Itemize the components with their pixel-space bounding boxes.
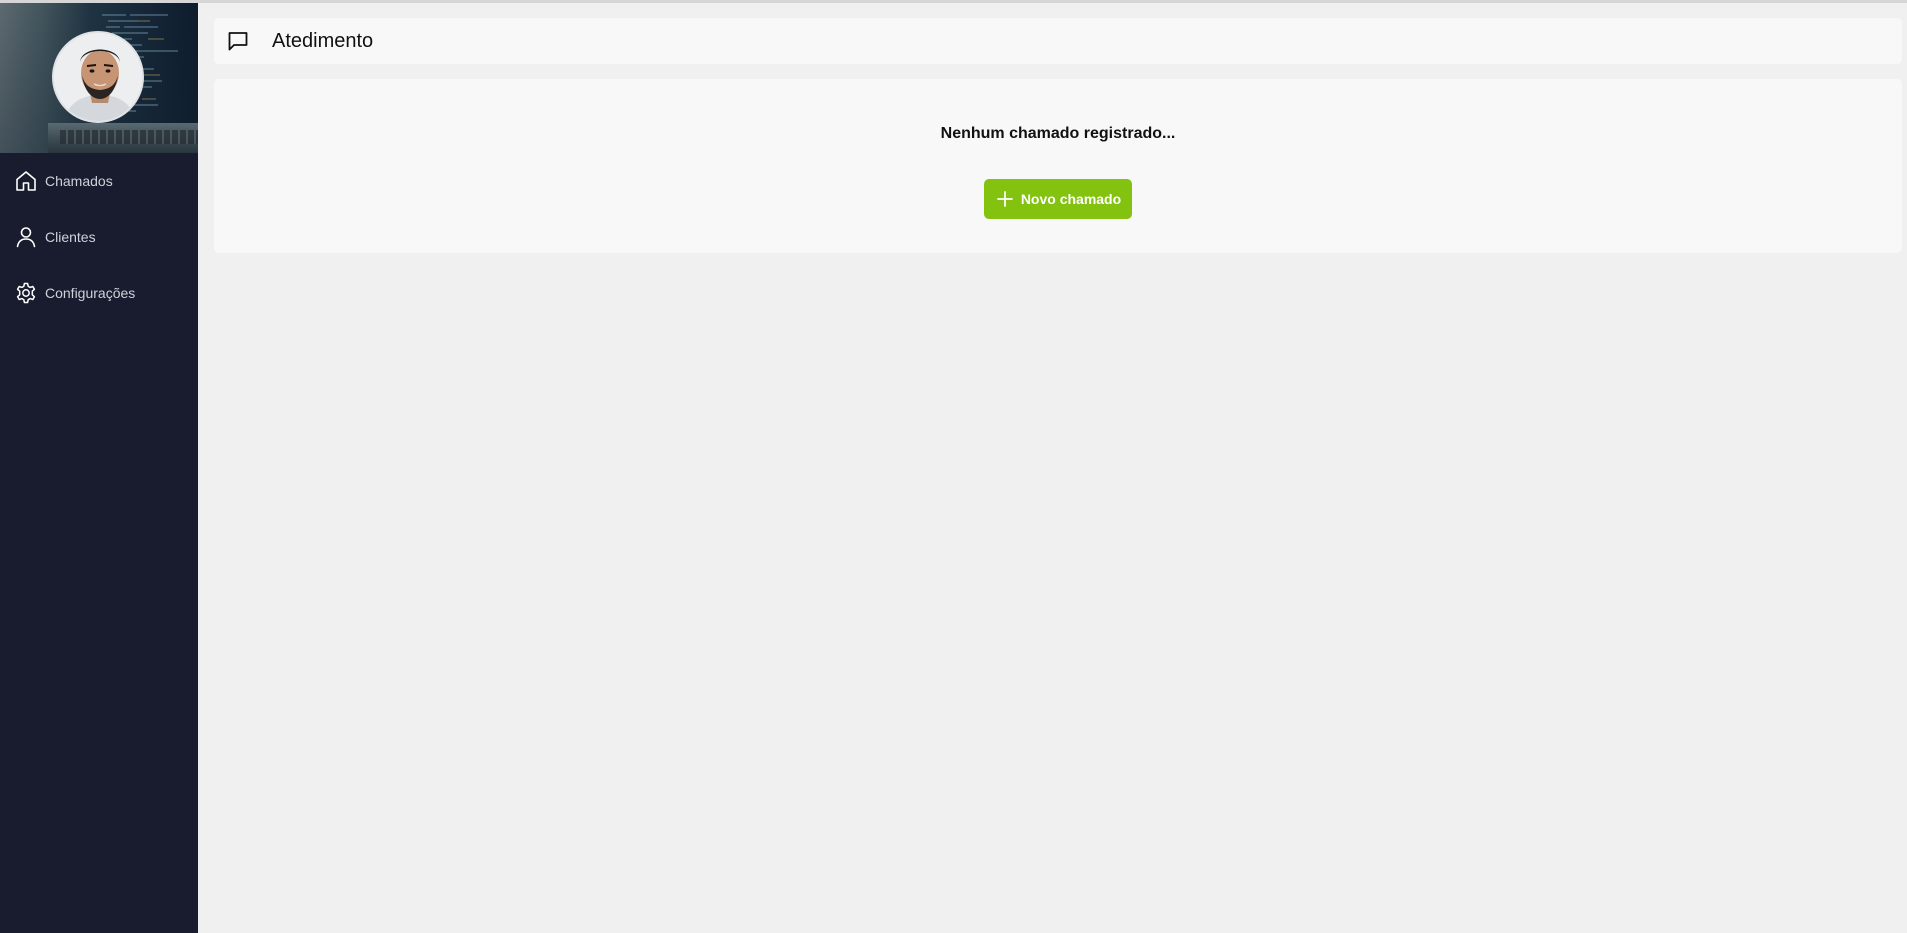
sidebar: Chamados Clientes Configurações [0, 3, 198, 933]
new-ticket-button[interactable]: Novo chamado [984, 179, 1132, 219]
settings-icon [16, 282, 36, 304]
sidebar-item-configuracoes[interactable]: Configurações [0, 279, 198, 307]
message-square-icon [228, 32, 248, 51]
sidebar-item-clientes[interactable]: Clientes [0, 223, 198, 251]
user-icon [16, 227, 36, 248]
laptop-keyboard [60, 130, 198, 144]
home-icon [16, 171, 36, 191]
sidebar-item-label: Configurações [45, 285, 136, 301]
avatar[interactable] [52, 31, 144, 123]
window-top-border [0, 0, 1907, 3]
profile-banner [0, 3, 198, 153]
page-header: Atedimento [214, 18, 1902, 64]
new-ticket-button-label: Novo chamado [1020, 191, 1122, 207]
user-photo-icon [54, 33, 142, 121]
sidebar-nav: Chamados Clientes Configurações [0, 153, 198, 307]
page-title: Atedimento [272, 29, 374, 52]
sidebar-item-chamados[interactable]: Chamados [0, 167, 198, 195]
empty-state-message: Nenhum chamado registrado... [940, 125, 1176, 142]
plus-icon [996, 191, 1013, 207]
sidebar-item-label: Chamados [45, 173, 113, 189]
tickets-panel: Nenhum chamado registrado... Novo chamad… [214, 79, 1902, 253]
sidebar-item-label: Clientes [45, 229, 96, 245]
